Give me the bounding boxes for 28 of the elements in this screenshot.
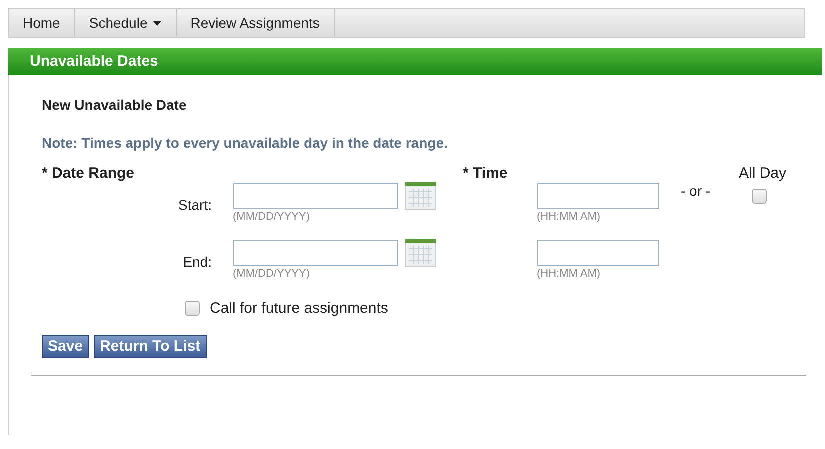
time-field[interactable] [537, 183, 659, 209]
section-header: Unavailable Dates [8, 48, 822, 75]
nav-tab[interactable]: Schedule [75, 9, 177, 37]
date-hint: (MM/DD/YYYY) [233, 268, 311, 280]
time-field[interactable] [537, 240, 659, 266]
date-hint: (MM/DD/YYYY) [233, 211, 311, 223]
date-field[interactable] [233, 240, 398, 266]
nav-tab[interactable]: Review Assignments [176, 9, 335, 37]
all-day-checkbox[interactable] [752, 189, 767, 204]
row-label: Start: [178, 196, 212, 213]
row-label: End: [182, 253, 212, 270]
nav-tab[interactable]: Home [9, 9, 76, 37]
future-checkbox[interactable] [185, 301, 200, 316]
time-label: * Time [463, 165, 508, 182]
time-hint: (HH:MM AM) [537, 211, 602, 223]
form-title: New Unavailable Date [42, 97, 188, 113]
note-text: Note: Times apply to every unavailable day in the date range. [42, 135, 449, 151]
future-label: Call for future assignments [210, 300, 388, 317]
caret-icon [152, 20, 162, 26]
time-hint: (HH:MM AM) [537, 268, 602, 280]
date-range-label: * Date Range [42, 165, 135, 182]
all-day-label: All Day [739, 165, 787, 182]
form-button[interactable]: Save [42, 335, 90, 358]
calendar-icon[interactable] [405, 182, 436, 210]
date-field[interactable] [233, 183, 398, 209]
or-text: - or - [681, 182, 711, 199]
calendar-icon[interactable] [405, 239, 436, 267]
form-button[interactable]: Return To List [94, 335, 207, 358]
